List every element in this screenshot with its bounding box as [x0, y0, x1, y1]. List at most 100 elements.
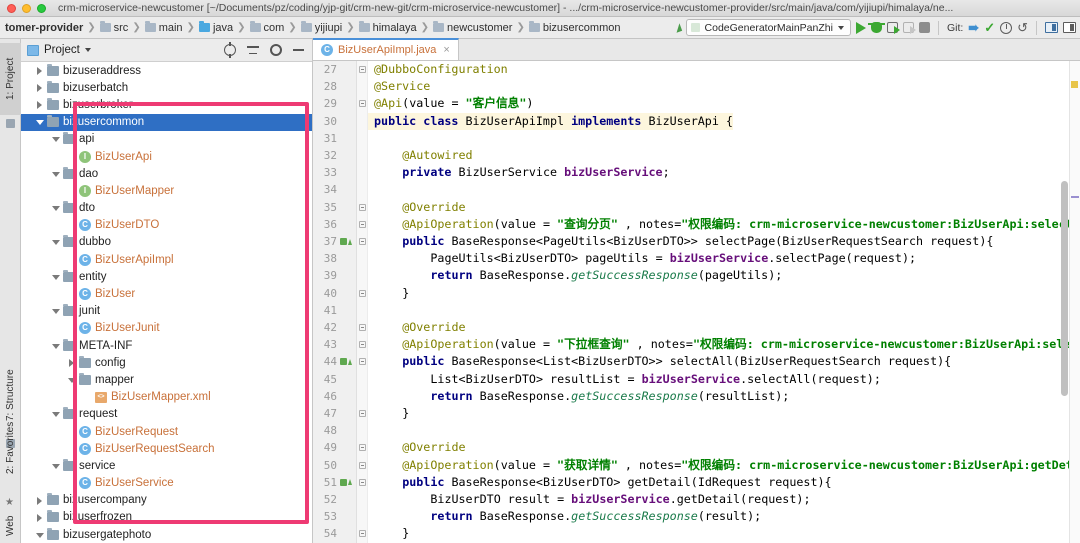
chevron-down-icon[interactable] — [35, 118, 44, 127]
code-line[interactable]: return BaseResponse.getSuccessResponse(p… — [368, 267, 782, 284]
code-line[interactable]: public class BizUserApiImpl implements B… — [368, 112, 733, 130]
tree-node-mapper[interactable]: mapper — [21, 371, 312, 388]
code-line[interactable]: private BizUserService bizUserService; — [368, 164, 669, 181]
tree-node-bizuserbroker[interactable]: bizuserbroker — [21, 96, 312, 113]
code-fold-toggle[interactable] — [359, 358, 366, 366]
code-line[interactable]: public BaseResponse<PageUtils<BizUserDTO… — [368, 233, 993, 250]
tree-node-bizusercommon[interactable]: bizusercommon — [21, 113, 312, 131]
tree-node-dto[interactable]: dto — [21, 200, 312, 217]
breadcrumb-item-yijiupi[interactable]: yijiupi — [298, 21, 346, 34]
code-fold-toggle[interactable] — [359, 289, 366, 297]
git-history-icon[interactable] — [1000, 21, 1013, 34]
settings-gear-icon[interactable] — [270, 44, 282, 56]
chevron-down-icon[interactable] — [51, 204, 60, 213]
code-line[interactable]: public BaseResponse<List<BizUserDTO>> se… — [368, 353, 951, 370]
breadcrumb-item-tomer-provider[interactable]: tomer-provider — [2, 22, 86, 34]
breadcrumb-item-bizusercommon[interactable]: bizusercommon — [526, 21, 624, 34]
stripe-item-favorites[interactable]: 2: Favorites — [0, 405, 21, 491]
chevron-down-icon[interactable] — [51, 410, 60, 419]
stripe-item-project[interactable]: 1: Project — [0, 43, 21, 115]
stop-icon[interactable] — [918, 22, 930, 33]
code-line[interactable] — [368, 181, 381, 198]
code-line[interactable]: @ApiOperation(value = "查询分页" , notes="权限… — [368, 216, 1080, 233]
profile-icon[interactable] — [902, 22, 916, 34]
maximize-window-button[interactable] — [37, 3, 46, 13]
git-revert-icon[interactable]: ↺ — [1017, 21, 1028, 34]
code-fold-toggle[interactable] — [359, 324, 366, 331]
run-with-coverage-icon[interactable] — [886, 22, 900, 34]
tree-node-meta-inf[interactable]: META-INF — [21, 337, 312, 354]
chevron-down-icon[interactable] — [51, 169, 60, 178]
window-controls[interactable] — [0, 3, 46, 13]
editor-gutter[interactable]: 27 28 29 30 31 32 33 34 35 36 37 38 39 40 41 42 43 44 45 46… — [313, 61, 357, 543]
code-line[interactable]: } — [368, 405, 409, 422]
code-line[interactable]: return BaseResponse.getSuccessResponse(r… — [368, 388, 789, 405]
code-text[interactable]: @DubboConfiguration @Service @Api(value = … — [368, 61, 1080, 543]
project-tree[interactable]: bizuseraddress bizuserbatch bizuserbroker b… — [21, 62, 312, 543]
tree-node-request[interactable]: request — [21, 406, 312, 423]
layout-icon[interactable] — [1063, 22, 1076, 33]
code-fold-toggle[interactable] — [359, 461, 366, 469]
warning-marker[interactable] — [1071, 81, 1078, 88]
tree-node-dao[interactable]: dao — [21, 165, 312, 182]
tree-node-bizusercompany[interactable]: bizusercompany — [21, 492, 312, 509]
tree-node-bizuseraddress[interactable]: bizuseraddress — [21, 62, 312, 79]
chevron-right-icon[interactable] — [35, 496, 44, 505]
collapse-all-icon[interactable] — [247, 45, 259, 55]
tree-node-bizuserbatch[interactable]: bizuserbatch — [21, 79, 312, 96]
breadcrumb-item-com[interactable]: com — [247, 21, 288, 34]
scrollbar-thumb[interactable] — [1061, 181, 1068, 396]
locate-icon[interactable] — [224, 42, 236, 58]
code-fold-toggle[interactable] — [359, 238, 366, 245]
stripe-item-web[interactable]: Web — [0, 509, 21, 543]
error-marker-column[interactable] — [1069, 61, 1080, 543]
tree-node-config[interactable]: config — [21, 354, 312, 371]
code-line[interactable]: } — [368, 525, 409, 542]
code-fold-toggle[interactable] — [359, 341, 366, 349]
close-window-button[interactable] — [7, 3, 16, 13]
code-line[interactable]: @ApiOperation(value = "获取详情" , notes="权限… — [368, 457, 1080, 474]
code-line[interactable] — [368, 422, 381, 439]
code-line[interactable]: PageUtils<BizUserDTO> pageUtils = bizUse… — [368, 250, 916, 267]
tree-node-bizuserapi[interactable]: I BizUserApi — [21, 148, 312, 165]
breadcrumb-item-java[interactable]: java — [196, 21, 236, 34]
close-icon[interactable]: × — [443, 44, 449, 56]
editor-scrollbar[interactable] — [1060, 61, 1069, 543]
chevron-down-icon[interactable] — [51, 272, 60, 281]
minimize-window-button[interactable] — [22, 3, 31, 13]
code-fold-toggle[interactable] — [359, 410, 366, 417]
chevron-down-icon[interactable] — [51, 341, 60, 350]
chevron-right-icon[interactable] — [35, 66, 44, 76]
code-line[interactable]: } — [368, 285, 409, 302]
code-fold-toggle[interactable] — [359, 530, 366, 538]
code-line[interactable]: @Override — [368, 319, 465, 336]
override-method-marker-icon[interactable] — [340, 474, 352, 491]
override-method-marker-icon[interactable] — [340, 233, 352, 250]
tree-node-bizusermapper-xml[interactable]: <> BizUserMapper.xml — [21, 389, 312, 406]
tree-node-dubbo[interactable]: dubbo — [21, 234, 312, 251]
chevron-right-icon[interactable] — [35, 100, 44, 110]
code-line[interactable]: @Override — [368, 199, 465, 216]
chevron-down-icon[interactable] — [51, 307, 60, 316]
breadcrumb[interactable]: tomer-provider ❯ src ❯ main ❯ java ❯ com ❯ yijiupi… — [0, 17, 623, 38]
code-line[interactable]: @Api(value = "客户信息") — [368, 95, 533, 112]
tree-node-bizusermapper[interactable]: I BizUserMapper — [21, 182, 312, 199]
tree-node-bizuser[interactable]: C BizUser — [21, 285, 312, 302]
code-line[interactable]: return BaseResponse.getSuccessResponse(r… — [368, 508, 761, 525]
breadcrumb-item-main[interactable]: main — [142, 21, 186, 34]
code-fold-toggle[interactable] — [359, 220, 366, 228]
tree-node-service[interactable]: service — [21, 457, 312, 474]
code-line[interactable] — [368, 302, 381, 319]
chevron-down-icon[interactable] — [35, 530, 44, 539]
tree-node-entity[interactable]: entity — [21, 268, 312, 285]
code-line[interactable]: @Service — [368, 78, 430, 95]
tree-node-bizuserfrozen[interactable]: bizuserfrozen — [21, 509, 312, 526]
tree-node-bizuserrequest[interactable]: C BizUserRequest — [21, 423, 312, 440]
run-configuration-selector[interactable]: CodeGeneratorMainPanZhi — [685, 19, 851, 36]
chevron-down-icon[interactable] — [51, 238, 60, 247]
tree-node-bizuserjunit[interactable]: C BizUserJunit — [21, 320, 312, 337]
editor-fold-column[interactable] — [357, 61, 368, 543]
tree-node-junit[interactable]: junit — [21, 303, 312, 320]
code-line[interactable]: @Autowired — [368, 147, 472, 164]
tree-node-bizuserapiimpl[interactable]: C BizUserApiImpl — [21, 251, 312, 268]
